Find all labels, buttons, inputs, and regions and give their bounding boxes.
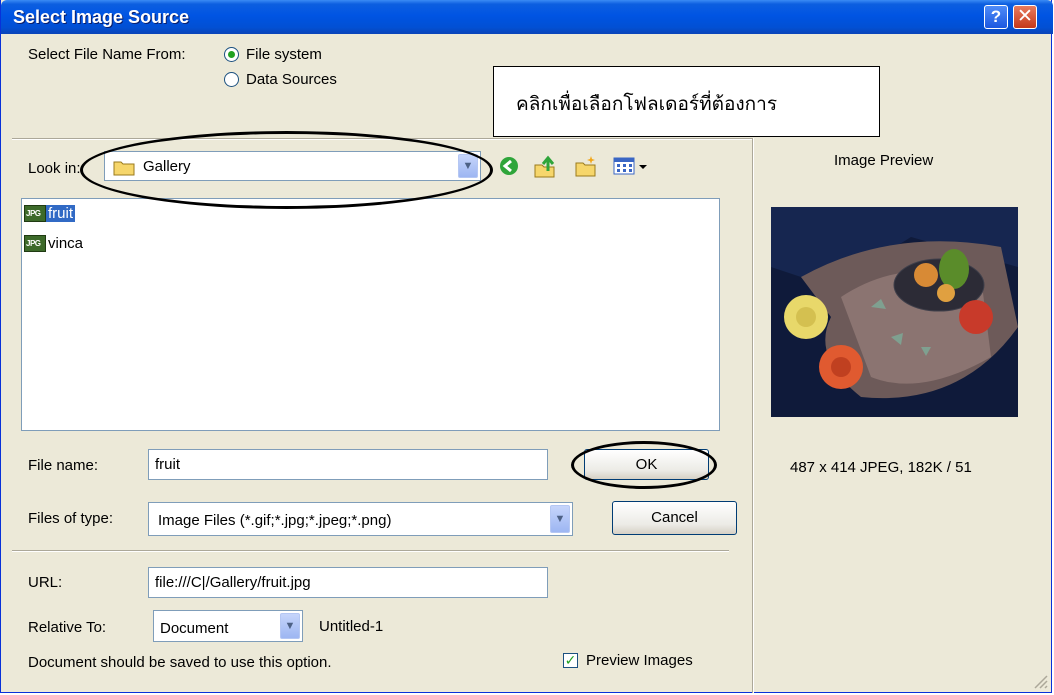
fruit-still-life-image	[771, 207, 1018, 417]
document-name: Untitled-1	[319, 618, 384, 635]
image-info: 487 x 414 JPEG, 182K / 51	[790, 459, 972, 476]
select-file-name-from-label: Select File Name From:	[28, 46, 186, 63]
up-one-level-icon[interactable]	[533, 155, 557, 179]
url-input[interactable]: file:///C|/Gallery/fruit.jpg	[148, 567, 548, 598]
preview-separator	[752, 138, 754, 693]
list-item[interactable]: vinca	[24, 234, 85, 256]
preview-images-label[interactable]: Preview Images	[586, 652, 693, 669]
highlight-ellipse-look-in	[80, 131, 493, 209]
relative-to-dropdown[interactable]: Document ▼	[153, 610, 303, 642]
select-image-source-dialog: Select Image Source ? ✕ Select File Name…	[0, 0, 1053, 693]
image-preview	[771, 207, 1018, 417]
file-name-input[interactable]: fruit	[148, 449, 548, 480]
chevron-down-icon[interactable]: ▼	[280, 613, 300, 639]
middle-separator	[12, 550, 729, 552]
relative-to-value: Document	[160, 620, 229, 637]
list-item[interactable]: fruit	[24, 204, 76, 226]
url-label: URL:	[28, 574, 63, 591]
save-note: Document should be saved to use this opt…	[28, 654, 332, 671]
back-icon[interactable]	[498, 155, 520, 177]
file-list[interactable]: fruit vinca	[21, 198, 720, 431]
look-in-label: Look in:	[28, 160, 81, 177]
jpg-file-icon	[24, 234, 46, 252]
title-bar[interactable]: Select Image Source ? ✕	[1, 0, 1053, 34]
resize-grip-icon[interactable]	[1031, 672, 1049, 690]
help-button[interactable]: ?	[984, 5, 1008, 29]
image-preview-heading: Image Preview	[834, 152, 934, 169]
files-of-type-label: Files of type:	[28, 510, 114, 527]
view-menu-icon[interactable]	[613, 155, 651, 177]
relative-to-label: Relative To:	[28, 619, 107, 636]
file-name-text: vinca	[48, 234, 84, 252]
file-name-label: File name:	[28, 457, 99, 474]
highlight-ellipse-ok	[571, 441, 717, 489]
data-sources-label[interactable]: Data Sources	[246, 71, 337, 88]
file-system-radio[interactable]	[224, 47, 239, 62]
chevron-down-icon[interactable]: ▼	[550, 505, 570, 533]
file-system-label[interactable]: File system	[246, 46, 322, 63]
new-folder-icon[interactable]	[574, 155, 598, 179]
cancel-button[interactable]: Cancel	[612, 501, 737, 535]
data-sources-radio[interactable]	[224, 72, 239, 87]
file-name-text: fruit	[46, 204, 76, 222]
jpg-file-icon	[24, 204, 46, 222]
close-button[interactable]: ✕	[1013, 5, 1037, 29]
files-of-type-dropdown[interactable]: Image Files (*.gif;*.jpg;*.jpeg;*.png) ▼	[148, 502, 573, 536]
instruction-callout: คลิกเพื่อเลือกโฟลเดอร์ที่ต้องการ	[493, 66, 880, 137]
dialog-title: Select Image Source	[13, 7, 190, 27]
preview-images-checkbox[interactable]: ✓	[563, 653, 578, 668]
files-of-type-value: Image Files (*.gif;*.jpg;*.jpeg;*.png)	[158, 512, 392, 529]
